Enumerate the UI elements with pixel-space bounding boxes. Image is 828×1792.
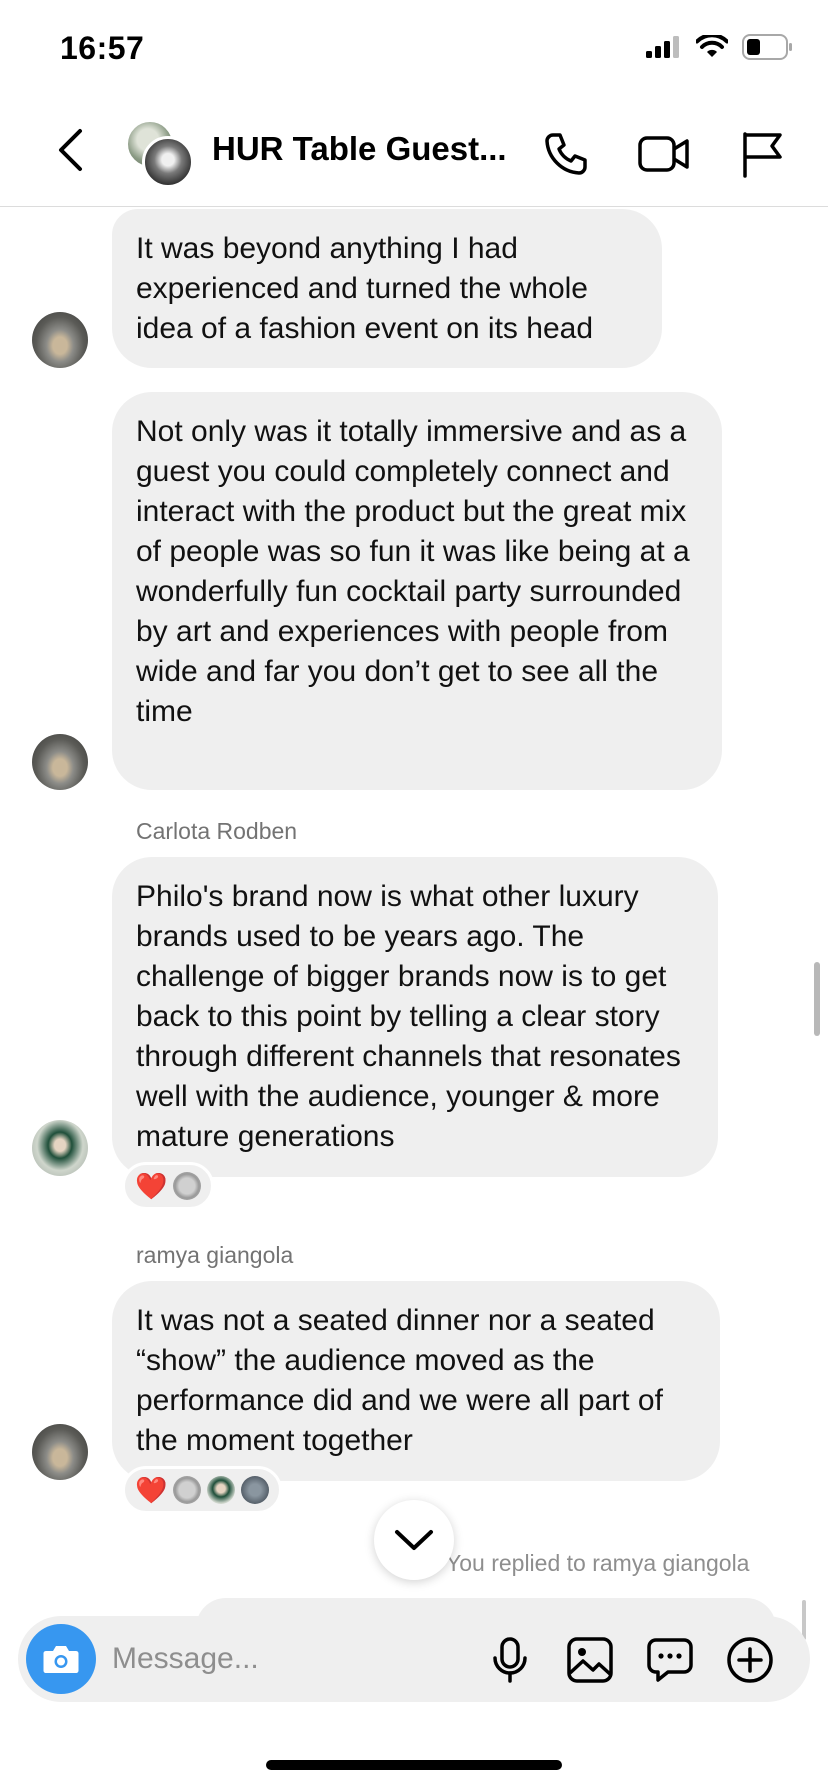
status-icons — [646, 34, 794, 60]
reactor-avatar — [173, 1476, 202, 1504]
message-text: It was not a seated dinner nor a seated … — [136, 1304, 663, 1457]
chat-header: HUR Table Guest... — [0, 100, 828, 207]
camera-icon — [43, 1646, 79, 1673]
reactions-bar[interactable]: ❤️ — [122, 1162, 215, 1210]
plus-circle-icon — [727, 1637, 773, 1683]
reactor-avatar — [207, 1476, 236, 1504]
avatar[interactable] — [32, 1424, 88, 1480]
voice-message-button[interactable] — [482, 1632, 538, 1688]
avatar[interactable] — [32, 312, 88, 368]
gallery-button[interactable] — [562, 1632, 618, 1688]
reactor-avatar — [241, 1476, 270, 1504]
reactions-bar[interactable]: ❤️ — [122, 1466, 283, 1514]
group-avatar[interactable] — [126, 120, 194, 188]
report-button[interactable] — [734, 126, 790, 182]
video-camera-icon — [638, 136, 689, 172]
microphone-icon — [493, 1637, 527, 1683]
sender-name: Carlota Rodben — [136, 818, 298, 844]
avatar[interactable] — [32, 734, 88, 790]
audio-call-button[interactable] — [538, 126, 594, 182]
chat-title[interactable]: HUR Table Guest... — [212, 130, 512, 168]
battery-icon — [742, 34, 792, 60]
chat-bubble-icon — [647, 1638, 693, 1682]
home-indicator[interactable] — [266, 1760, 562, 1770]
scroll-to-bottom-button[interactable] — [374, 1500, 454, 1580]
reply-note: You replied to ramya giangola — [446, 1550, 750, 1576]
status-time: 16:57 — [60, 30, 145, 66]
heart-reaction: ❤️ — [135, 1475, 168, 1505]
reactor-avatar — [173, 1172, 202, 1200]
sender-name: ramya giangola — [136, 1242, 294, 1268]
sticker-button[interactable] — [642, 1632, 698, 1688]
message-thread[interactable]: It was beyond anything I had experienced… — [0, 0, 828, 1792]
avatar[interactable] — [32, 1120, 88, 1176]
message-bubble[interactable]: Philo's brand now is what other luxury b… — [112, 857, 718, 1177]
message-input[interactable] — [112, 1636, 412, 1682]
wifi-icon — [696, 35, 728, 57]
message-bubble[interactable]: It was beyond anything I had experienced… — [112, 209, 662, 368]
group-avatar-photo-2 — [142, 136, 194, 188]
message-text: Philo's brand now is what other luxury b… — [136, 880, 681, 1153]
video-call-button[interactable] — [636, 126, 692, 182]
more-options-button[interactable] — [722, 1632, 778, 1688]
message-composer — [18, 1616, 810, 1702]
message-bubble[interactable]: It was not a seated dinner nor a seated … — [112, 1281, 720, 1481]
camera-button[interactable] — [26, 1624, 96, 1694]
message-bubble[interactable]: Not only was it totally immersive and as… — [112, 392, 722, 790]
status-bar: 16:57 — [0, 0, 828, 100]
chevron-down-icon — [395, 1530, 433, 1550]
scrollbar-thumb[interactable] — [814, 962, 820, 1036]
chevron-left-icon — [59, 129, 82, 171]
message-text: Not only was it totally immersive and as… — [136, 415, 690, 728]
message-text: It was beyond anything I had experienced… — [136, 232, 594, 345]
back-button[interactable] — [50, 125, 90, 175]
heart-reaction: ❤️ — [135, 1171, 168, 1201]
phone-icon — [545, 133, 587, 175]
image-icon — [567, 1637, 613, 1683]
signal-icon — [646, 36, 679, 58]
flag-icon — [743, 132, 782, 178]
